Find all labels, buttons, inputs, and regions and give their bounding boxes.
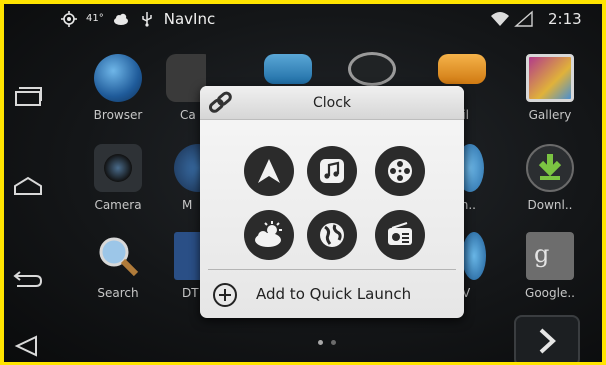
back-button[interactable]: [4, 248, 52, 308]
app-label: Search: [97, 286, 139, 300]
app-label: Downl..: [527, 198, 573, 212]
triangle-back-button[interactable]: [4, 316, 52, 362]
signal-icon: [514, 10, 533, 27]
camera-icon: [94, 144, 142, 192]
app-label: DT: [182, 286, 199, 300]
google-settings-icon: g: [526, 232, 574, 280]
gallery-icon: [526, 54, 574, 102]
status-bar: 41° NavInc 2:13: [4, 4, 602, 36]
app-downloads[interactable]: Downl..: [512, 144, 588, 212]
download-icon: [526, 144, 574, 192]
quick-launch-globe[interactable]: [307, 210, 357, 260]
add-to-quick-launch-button[interactable]: Add to Quick Launch: [200, 272, 464, 318]
app-video[interactable]: V: [462, 232, 486, 300]
clock-icon: [348, 52, 396, 86]
temperature-text: 41°: [86, 13, 104, 24]
gps-icon: [61, 11, 77, 27]
notification-app-name: NavInc: [163, 10, 216, 28]
search-icon: [94, 232, 142, 280]
tv-icon: [174, 232, 202, 280]
triangle-back-icon: [14, 335, 37, 357]
next-page-button[interactable]: [514, 315, 580, 362]
quick-launch-weather[interactable]: [244, 210, 294, 260]
app-label: M: [182, 198, 193, 212]
dialog-header: Clock: [200, 86, 464, 120]
app-search[interactable]: Search: [80, 232, 156, 300]
globe-icon: [320, 223, 344, 247]
film-reel-icon: [388, 159, 412, 183]
maps-icon: [174, 144, 202, 192]
video-icon: [462, 232, 486, 280]
status-time: 2:13: [548, 10, 582, 28]
app-tv[interactable]: DT: [174, 232, 202, 300]
quick-launch-radio[interactable]: [375, 210, 425, 260]
usb-icon: [141, 12, 152, 27]
navigation-arrow-icon: [258, 159, 280, 183]
contacts-icon: [264, 54, 312, 84]
add-to-quick-launch-label: Add to Quick Launch: [256, 285, 412, 303]
page-indicator: [318, 340, 336, 345]
page-dot-active: [318, 340, 323, 345]
app-label: Gallery: [528, 108, 572, 122]
page-dot: [331, 340, 336, 345]
music-note-icon: [320, 159, 344, 183]
quick-launch-video[interactable]: [375, 146, 425, 196]
chevron-right-icon: [539, 328, 556, 354]
status-notifications: 41° NavInc: [60, 10, 215, 28]
quick-launch-dialog: Clock Add to Quick Launch: [200, 86, 464, 318]
app-label: Google..: [525, 286, 575, 300]
back-icon: [13, 271, 43, 287]
app-contacts[interactable]: [258, 54, 318, 84]
add-circle-icon: [213, 283, 237, 307]
weather-cloud-icon: [113, 13, 128, 25]
app-camera[interactable]: Camera: [80, 144, 156, 212]
app-clock[interactable]: [342, 52, 402, 86]
recent-apps-button[interactable]: [4, 66, 52, 126]
app-maps[interactable]: M: [174, 144, 202, 212]
app-label: Camera: [94, 198, 142, 212]
recent-apps-icon: [15, 87, 42, 106]
app-label: V: [462, 286, 471, 300]
app-browser[interactable]: Browser: [80, 54, 156, 122]
home-icon: [14, 176, 42, 195]
home-screen: 41° NavInc 2:13 Browser Ca Gallery Camer…: [4, 4, 602, 362]
app-gallery[interactable]: Gallery: [512, 54, 588, 122]
globe-icon: [94, 54, 142, 102]
radio-icon: [388, 222, 412, 245]
app-google-settings[interactable]: g Google..: [512, 232, 588, 300]
wifi-icon: [491, 12, 509, 26]
email-icon: [438, 54, 486, 84]
app-label: Browser: [93, 108, 143, 122]
home-button[interactable]: [4, 156, 52, 216]
dialog-divider: [208, 269, 456, 270]
quick-launch-navigation[interactable]: [244, 146, 294, 196]
quick-launch-music[interactable]: [307, 146, 357, 196]
weather-icon: [255, 221, 282, 247]
dialog-title: Clock: [312, 95, 352, 111]
